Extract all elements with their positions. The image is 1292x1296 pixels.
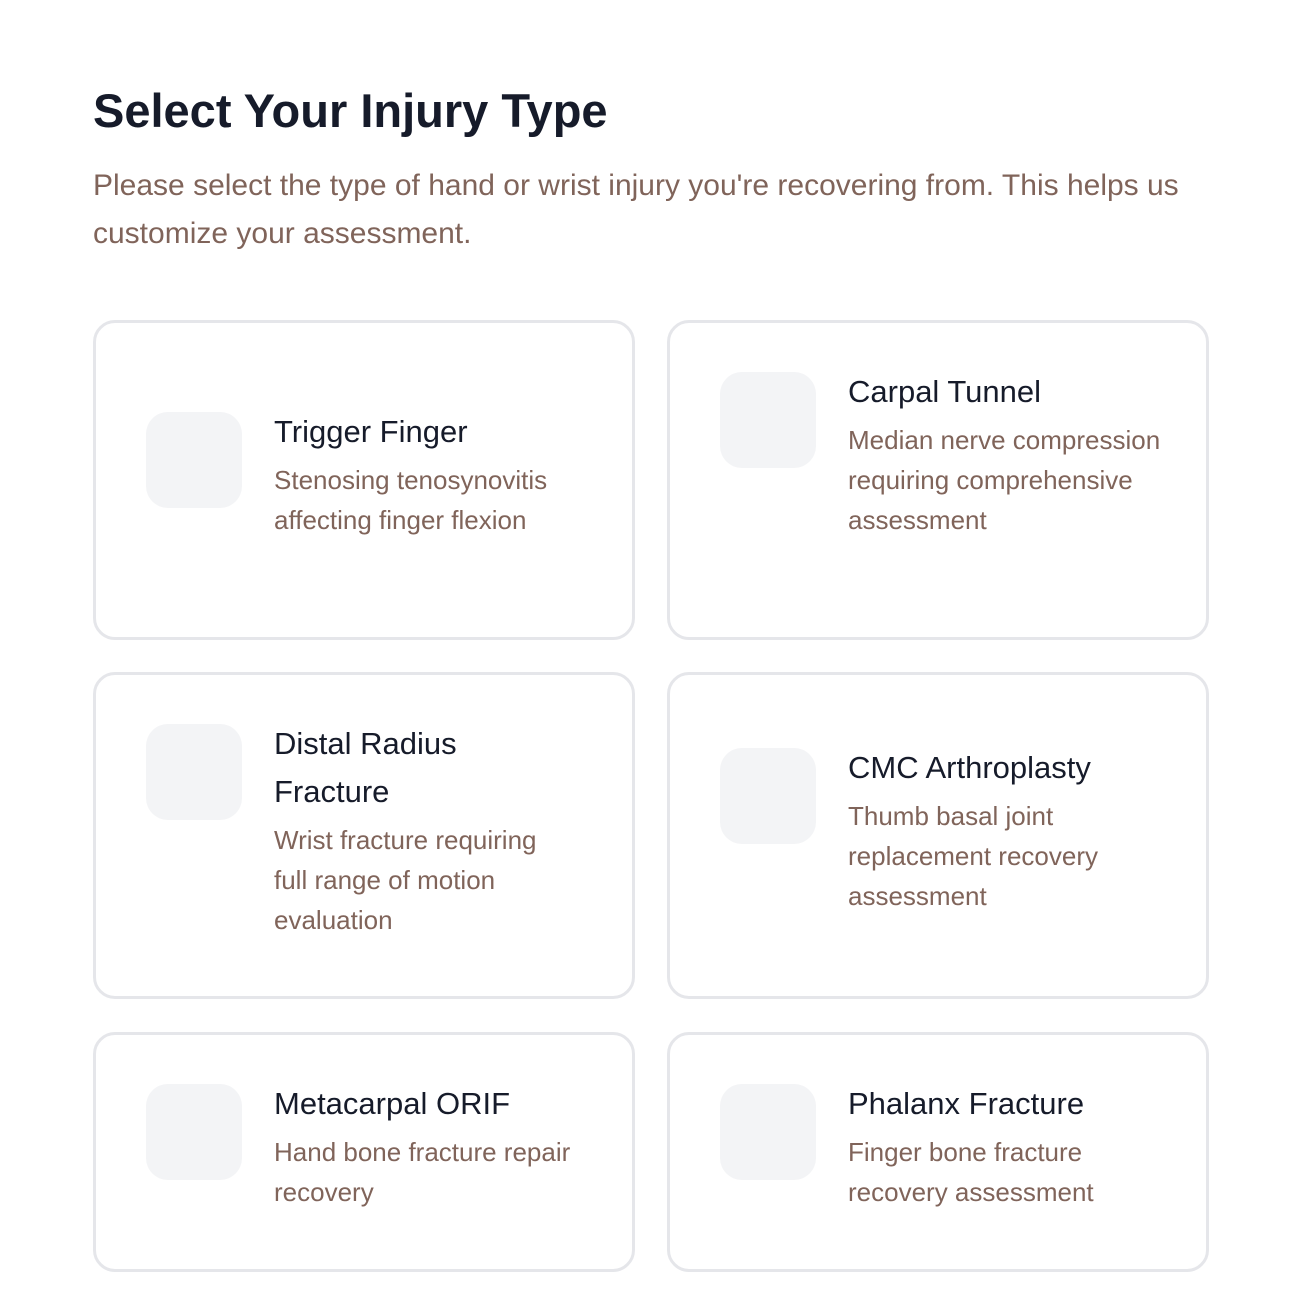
injury-description: Thumb basal joint replacement recovery a…: [848, 801, 1098, 911]
injury-name: Distal Radius Fracture: [274, 726, 457, 809]
injury-card-metacarpal-orif[interactable]: Metacarpal ORIF Hand bone fracture repai…: [93, 1032, 635, 1272]
injury-description: Wrist fracture requiring full range of m…: [274, 825, 537, 935]
injury-name: Trigger Finger: [274, 414, 468, 449]
injury-name: Carpal Tunnel: [848, 374, 1042, 409]
page-subtitle: Please select the type of hand or wrist …: [93, 169, 1179, 250]
injury-description: Stenosing tenosynovitis affecting finger…: [274, 465, 548, 535]
metacarpal-orif-icon: [146, 1084, 242, 1180]
trigger-finger-icon: [146, 412, 242, 508]
injury-name: Metacarpal ORIF: [274, 1086, 511, 1121]
injury-name: CMC Arthroplasty: [848, 750, 1091, 785]
injury-name: Phalanx Fracture: [848, 1086, 1085, 1121]
injury-card-distal-radius-fracture[interactable]: Distal Radius Fracture Wrist fracture re…: [93, 672, 635, 999]
cmc-arthroplasty-icon: [720, 748, 816, 844]
injury-description: Finger bone fracture recovery assessment: [848, 1137, 1094, 1207]
injury-card-trigger-finger[interactable]: Trigger Finger Stenosing tenosynovitis a…: [93, 320, 635, 640]
distal-radius-fracture-icon: [146, 724, 242, 820]
injury-description: Median nerve compression requiring compr…: [848, 425, 1161, 535]
injury-description: Hand bone fracture repair recovery: [274, 1137, 571, 1207]
injury-card-carpal-tunnel[interactable]: Carpal Tunnel Median nerve compression r…: [667, 320, 1209, 640]
injury-card-phalanx-fracture[interactable]: Phalanx Fracture Finger bone fracture re…: [667, 1032, 1209, 1272]
injury-card-cmc-arthroplasty[interactable]: CMC Arthroplasty Thumb basal joint repla…: [667, 672, 1209, 999]
carpal-tunnel-icon: [720, 372, 816, 468]
phalanx-fracture-icon: [720, 1084, 816, 1180]
page-title: Select Your Injury Type: [93, 84, 608, 137]
